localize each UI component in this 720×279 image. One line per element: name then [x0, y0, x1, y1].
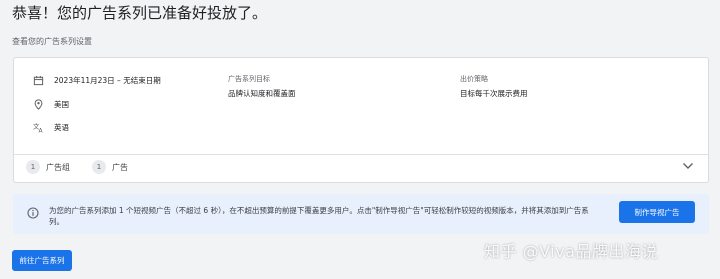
location-pin-icon: [32, 98, 44, 110]
calendar-icon: [32, 74, 44, 86]
bumper-ad-banner: 为您的广告系列添加 1 个短视频广告（不超过 6 秒），在不超出预算的前提下覆盖…: [13, 194, 709, 234]
bid-strategy-label: 出价策略: [460, 75, 488, 83]
settings-section-label: 查看您的广告系列设置: [12, 37, 92, 46]
bid-strategy-value: 目标每千次展示费用: [460, 89, 528, 98]
page-title: 恭喜！您的广告系列已准备好投放了。: [12, 4, 268, 22]
bid-strategy: 出价策略 目标每千次展示费用: [460, 74, 528, 99]
info-icon: [27, 207, 39, 219]
translate-icon: 文A: [32, 121, 44, 133]
campaign-counts: 1 广告组 1 广告: [26, 160, 150, 174]
campaign-date: 2023年11月23日 – 无结束日期: [54, 75, 161, 85]
campaign-goal: 广告系列目标 品牌认知度和覆盖面: [228, 74, 296, 99]
ads-count[interactable]: 1 广告: [92, 160, 128, 174]
campaign-summary-card: 2023年11月23日 – 无结束日期 美国 文A 英语 广告系列目标 品牌认知…: [13, 57, 709, 183]
location-row: 美国: [32, 98, 69, 110]
language-row: 文A 英语: [32, 121, 70, 133]
campaign-language: 英语: [54, 122, 69, 132]
ad-groups-count[interactable]: 1 广告组: [26, 160, 70, 174]
card-divider: [14, 154, 708, 155]
campaign-location: 美国: [54, 99, 69, 109]
goal-label: 广告系列目标: [228, 75, 270, 83]
watermark: 知乎 @Viva品牌出海说: [484, 242, 658, 261]
ad-groups-count-badge: 1: [26, 160, 40, 174]
goal-value: 品牌认知度和覆盖面: [228, 89, 296, 98]
ad-groups-label: 广告组: [46, 162, 70, 172]
create-bumper-ad-button[interactable]: 制作导视广告: [619, 201, 695, 223]
ads-count-badge: 1: [92, 160, 106, 174]
chevron-down-icon[interactable]: [682, 162, 694, 170]
banner-text: 为您的广告系列添加 1 个短视频广告（不超过 6 秒），在不超出预算的前提下覆盖…: [49, 206, 589, 226]
svg-text:A: A: [38, 127, 43, 132]
date-row: 2023年11月23日 – 无结束日期: [32, 74, 161, 86]
go-to-campaign-button[interactable]: 前往广告系列: [12, 250, 72, 271]
ads-label: 广告: [112, 162, 128, 172]
